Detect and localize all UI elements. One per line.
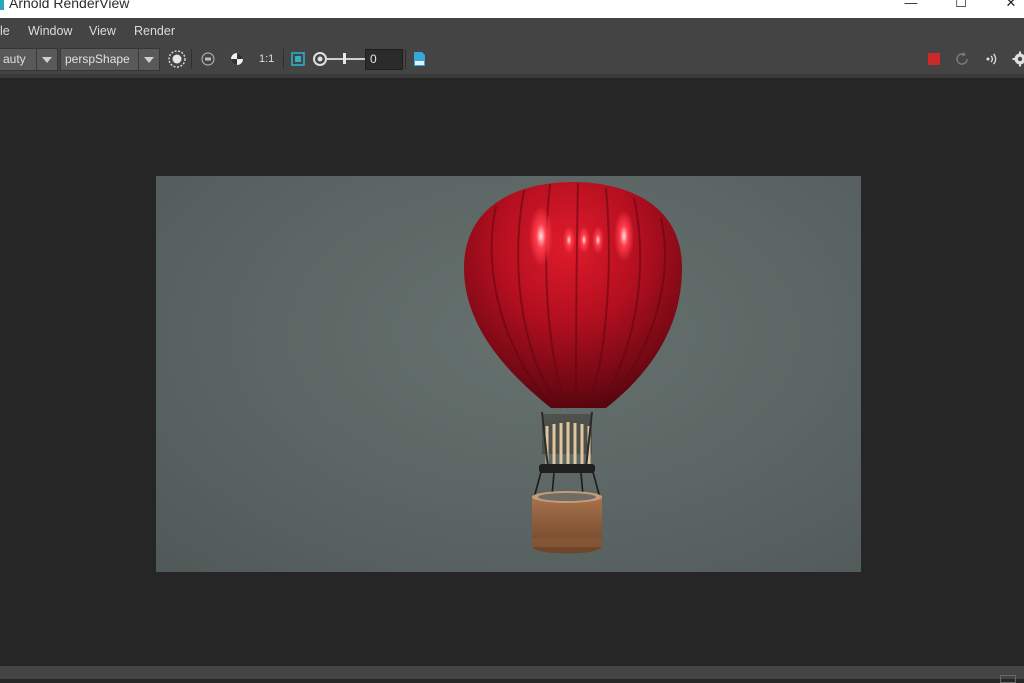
stop-square: [928, 53, 940, 65]
menu-bar: le Window View Render: [0, 18, 1024, 44]
window-title: Arnold RenderView: [9, 0, 129, 12]
highlight: [592, 226, 604, 254]
maximize-button[interactable]: ☐: [946, 0, 976, 12]
basket: [532, 491, 602, 554]
chevron-down-icon: [36, 49, 57, 70]
menu-view[interactable]: View: [89, 18, 116, 44]
debug-icon[interactable]: [983, 51, 999, 67]
aov-dropdown[interactable]: auty: [0, 48, 58, 71]
separator: [283, 49, 284, 69]
camera-value: perspShape: [65, 49, 130, 70]
aov-value: auty: [3, 49, 26, 70]
exposure-slider-track[interactable]: [327, 58, 365, 60]
highlight: [614, 210, 634, 262]
refresh-icon[interactable]: [954, 51, 970, 67]
menu-file[interactable]: le: [0, 18, 10, 44]
hot-air-balloon-render: [156, 176, 861, 572]
minimize-button[interactable]: —: [896, 0, 926, 12]
chevron-down-icon: [138, 49, 159, 70]
exposure-field[interactable]: 0: [365, 49, 403, 70]
camera-dropdown[interactable]: perspShape: [60, 48, 160, 71]
menu-render[interactable]: Render: [134, 18, 175, 44]
title-bar: Arnold RenderView — ☐ ✕: [0, 0, 1024, 18]
status-bar: [0, 666, 1024, 679]
toolbar: auty perspShape 1:1: [0, 44, 1024, 74]
ratio-label[interactable]: 1:1: [259, 51, 274, 67]
status-indicator: [1000, 675, 1016, 683]
exposure-value: 0: [370, 50, 377, 69]
separator: [405, 49, 406, 69]
close-button[interactable]: ✕: [996, 0, 1024, 12]
region-icon[interactable]: [167, 49, 187, 69]
crop-icon[interactable]: [200, 51, 216, 67]
app-icon: [0, 0, 4, 10]
exposure-icon[interactable]: [312, 51, 328, 67]
display-fit-icon[interactable]: [290, 51, 306, 67]
settings-icon[interactable]: [1012, 51, 1024, 67]
highlight: [563, 226, 575, 254]
highlight: [578, 226, 590, 254]
exposure-slider-handle[interactable]: [343, 53, 346, 64]
separator: [191, 49, 192, 69]
stop-icon[interactable]: [926, 51, 942, 67]
log-icon[interactable]: [412, 51, 428, 67]
highlight: [529, 206, 553, 266]
menu-window[interactable]: Window: [28, 18, 72, 44]
channel-icon[interactable]: [229, 51, 245, 67]
burner-frame: [539, 412, 595, 473]
render-image[interactable]: [156, 176, 861, 572]
